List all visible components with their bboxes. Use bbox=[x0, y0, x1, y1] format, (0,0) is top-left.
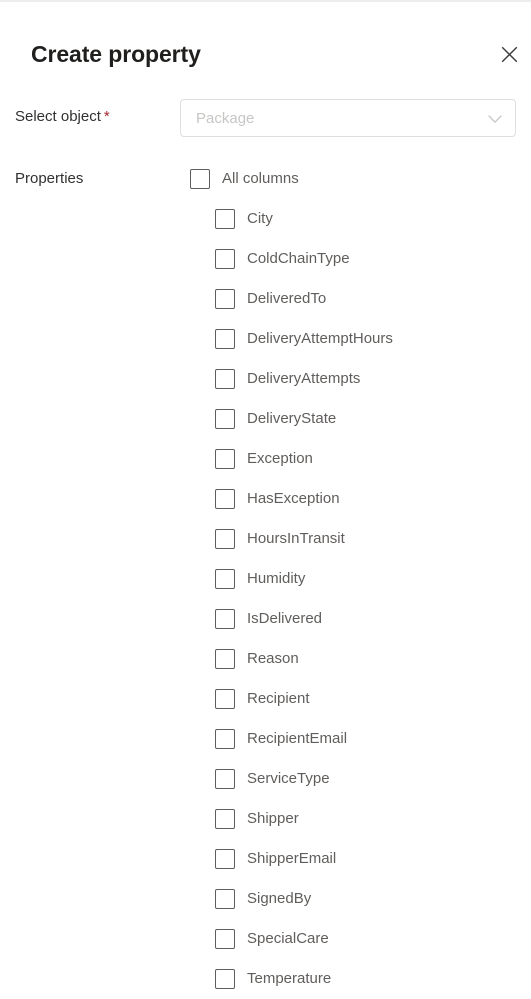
checkbox-row[interactable]: IsDelivered bbox=[0, 599, 531, 639]
checkbox[interactable] bbox=[215, 929, 235, 949]
checkbox-row[interactable]: Recipient bbox=[0, 679, 531, 719]
page-title: Create property bbox=[31, 41, 201, 67]
checkbox-label: Exception bbox=[247, 450, 313, 467]
checkbox-row[interactable]: DeliveryState bbox=[0, 399, 531, 439]
checkbox-row[interactable]: HasException bbox=[0, 479, 531, 519]
checkbox[interactable] bbox=[215, 729, 235, 749]
checkbox-row[interactable]: Exception bbox=[0, 439, 531, 479]
checkbox-label: Reason bbox=[247, 650, 299, 667]
panel-header: Create property bbox=[0, 2, 531, 97]
checkbox[interactable] bbox=[215, 769, 235, 789]
checkbox-row[interactable]: ColdChainType bbox=[0, 239, 531, 279]
checkbox-row[interactable]: SpecialCare bbox=[0, 919, 531, 959]
checkbox-label: ServiceType bbox=[247, 770, 330, 787]
checkbox-label: IsDelivered bbox=[247, 610, 323, 627]
checkbox-label: HoursInTransit bbox=[247, 530, 345, 547]
create-property-panel: Create property Select object * Package P… bbox=[0, 0, 531, 991]
checkbox[interactable] bbox=[215, 529, 235, 549]
close-icon bbox=[501, 46, 518, 63]
checkbox-row[interactable]: RecipientEmail bbox=[0, 719, 531, 759]
checkbox[interactable] bbox=[215, 489, 235, 509]
checkbox-label: DeliveredTo bbox=[247, 290, 327, 307]
checkbox-label: DeliveryAttempts bbox=[247, 370, 361, 387]
checkbox[interactable] bbox=[215, 649, 235, 669]
checkbox-label: Humidity bbox=[247, 570, 306, 587]
select-object-label: Select object * bbox=[15, 107, 110, 127]
checkbox-row[interactable]: DeliveryAttemptHours bbox=[0, 319, 531, 359]
checkbox-label: City bbox=[247, 210, 273, 227]
checkbox-row[interactable]: SignedBy bbox=[0, 879, 531, 919]
checkbox-label: DeliveryState bbox=[247, 410, 337, 427]
checkbox-label: Temperature bbox=[247, 970, 332, 987]
checkbox[interactable] bbox=[215, 329, 235, 349]
checkbox[interactable] bbox=[215, 369, 235, 389]
close-button[interactable] bbox=[493, 38, 525, 70]
select-object-label-text: Select object bbox=[15, 108, 101, 125]
checkbox-label: HasException bbox=[247, 490, 340, 507]
checkbox-row[interactable]: City bbox=[0, 199, 531, 239]
checkbox-row[interactable]: HoursInTransit bbox=[0, 519, 531, 559]
checkbox-row[interactable]: DeliveredTo bbox=[0, 279, 531, 319]
select-object-placeholder: Package bbox=[196, 110, 255, 127]
checkbox-row-all-columns[interactable]: All columns bbox=[0, 159, 531, 199]
checkbox[interactable] bbox=[215, 889, 235, 909]
checkbox-row[interactable]: Shipper bbox=[0, 799, 531, 839]
checkbox-label: Recipient bbox=[247, 690, 310, 707]
checkbox-row[interactable]: Humidity bbox=[0, 559, 531, 599]
properties-checkbox-list: All columns City ColdChainType DeliveredTo… bbox=[0, 159, 531, 999]
select-object-row: Select object * Package bbox=[0, 99, 531, 139]
checkbox[interactable] bbox=[215, 569, 235, 589]
checkbox-row[interactable]: DeliveryAttempts bbox=[0, 359, 531, 399]
checkbox-label: SpecialCare bbox=[247, 930, 329, 947]
checkbox-row[interactable]: ServiceType bbox=[0, 759, 531, 799]
select-object-dropdown[interactable]: Package bbox=[180, 99, 516, 137]
checkbox-all-columns[interactable] bbox=[190, 169, 210, 189]
checkbox-label: ShipperEmail bbox=[247, 850, 337, 867]
required-asterisk: * bbox=[103, 108, 110, 125]
checkbox-label: SignedBy bbox=[247, 890, 312, 907]
checkbox[interactable] bbox=[215, 609, 235, 629]
checkbox[interactable] bbox=[215, 289, 235, 309]
checkbox[interactable] bbox=[215, 809, 235, 829]
checkbox[interactable] bbox=[215, 209, 235, 229]
checkbox-row[interactable]: Reason bbox=[0, 639, 531, 679]
checkbox[interactable] bbox=[215, 409, 235, 429]
checkbox-row[interactable]: Temperature bbox=[0, 959, 531, 999]
checkbox-label: ColdChainType bbox=[247, 250, 350, 267]
checkbox[interactable] bbox=[215, 849, 235, 869]
chevron-down-icon bbox=[487, 111, 503, 127]
checkbox-label: Shipper bbox=[247, 810, 299, 827]
checkbox[interactable] bbox=[215, 689, 235, 709]
checkbox-label-all-columns: All columns bbox=[222, 170, 299, 187]
checkbox[interactable] bbox=[215, 969, 235, 989]
checkbox[interactable] bbox=[215, 449, 235, 469]
checkbox-row[interactable]: ShipperEmail bbox=[0, 839, 531, 879]
checkbox-label: RecipientEmail bbox=[247, 730, 348, 747]
checkbox[interactable] bbox=[215, 249, 235, 269]
checkbox-label: DeliveryAttemptHours bbox=[247, 330, 393, 347]
